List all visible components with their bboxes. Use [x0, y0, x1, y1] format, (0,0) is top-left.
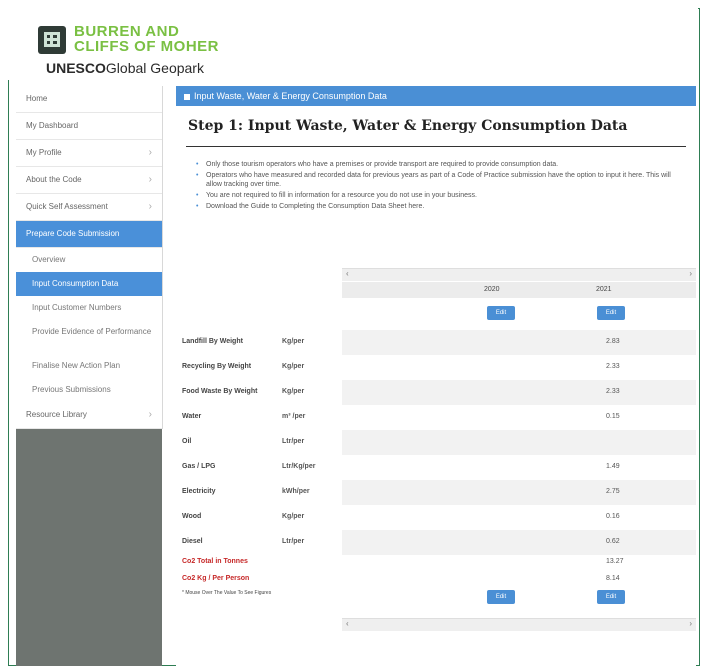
- site-header: BURREN AND CLIFFS OF MOHER UNESCOGlobal …: [8, 8, 698, 80]
- scroll-right-icon[interactable]: ›: [689, 269, 692, 278]
- sidebar-subitem-previous[interactable]: Previous Submissions: [16, 378, 162, 402]
- table-row: Food Waste By Weight Kg/per 2.33: [176, 380, 696, 405]
- sidebar-item-home[interactable]: Home: [16, 86, 162, 113]
- scroll-left-icon[interactable]: ‹: [346, 619, 349, 628]
- sidebar-item-about[interactable]: About the Code: [16, 167, 162, 194]
- brand-line-3: UNESCOGlobal Geopark: [46, 60, 204, 76]
- sidebar-subitem-evidence[interactable]: Provide Evidence of Performance: [16, 320, 162, 354]
- table-row: Landfill By Weight Kg/per 2.83: [176, 330, 696, 355]
- geopark-logo-icon: [38, 26, 66, 54]
- table-scrollbar-top[interactable]: ‹ ›: [342, 268, 696, 281]
- panel-icon: [184, 93, 190, 100]
- table-row: Gas / LPG Ltr/Kg/per 1.49: [182, 463, 620, 470]
- sidebar-subitem-overview[interactable]: Overview: [16, 248, 162, 272]
- year-2021: 2021: [596, 286, 612, 293]
- main-panel: Input Waste, Water & Energy Consumption …: [176, 86, 696, 666]
- sidebar-subitem-consumption[interactable]: Input Consumption Data: [16, 272, 162, 296]
- co2-total-row: Co2 Total in Tonnes 13.27: [182, 558, 624, 565]
- panel-titlebar: Input Waste, Water & Energy Consumption …: [176, 86, 696, 106]
- edit-2021-button[interactable]: Edit: [597, 306, 625, 320]
- titlebar-text: Input Waste, Water & Energy Consumption …: [194, 91, 387, 101]
- brand-line-2: CLIFFS OF MOHER: [74, 38, 219, 55]
- table-row: Recycling By Weight Kg/per 2.33: [182, 363, 620, 370]
- sidebar-item-resources[interactable]: Resource Library: [16, 402, 162, 429]
- scroll-right-icon[interactable]: ›: [689, 619, 692, 628]
- instructions-list: Only those tourism operators who have a …: [196, 160, 686, 213]
- edit-2020-button[interactable]: Edit: [487, 306, 515, 320]
- sidebar-item-profile[interactable]: My Profile: [16, 140, 162, 167]
- instruction-item: Only those tourism operators who have a …: [196, 160, 686, 169]
- title-divider: [186, 146, 686, 147]
- table-row: Electricity kWh/per 2.75: [176, 480, 696, 505]
- table-row: Wood Kg/per 0.16: [182, 513, 620, 520]
- table-row: Oil Ltr/per: [176, 430, 696, 455]
- table-scrollbar-bottom[interactable]: ‹ ›: [342, 618, 696, 631]
- page-title: Step 1: Input Waste, Water & Energy Cons…: [188, 118, 628, 134]
- instruction-item[interactable]: Download the Guide to Completing the Con…: [196, 202, 686, 211]
- edit-2020-bottom-button[interactable]: Edit: [487, 590, 515, 604]
- instruction-item: Operators who have measured and recorded…: [196, 171, 686, 189]
- table-row: Water m³ /per 0.15: [182, 413, 620, 420]
- sidebar-subitem-action-plan[interactable]: Finalise New Action Plan: [16, 354, 162, 378]
- year-2020: 2020: [484, 286, 500, 293]
- sidebar-subitem-customers[interactable]: Input Customer Numbers: [16, 296, 162, 320]
- instruction-item: You are not required to fill in informat…: [196, 191, 686, 200]
- footnote: * Mouse Over The Value To See Figures: [182, 590, 272, 596]
- table-row: Diesel Ltr/per 0.62: [176, 530, 696, 555]
- brand-line-1: BURREN AND: [74, 23, 180, 40]
- sidebar-item-dashboard[interactable]: My Dashboard: [16, 113, 162, 140]
- edit-2021-bottom-button[interactable]: Edit: [597, 590, 625, 604]
- sidebar-menu: Home My Dashboard My Profile About the C…: [16, 86, 163, 429]
- year-header-row: 2020 2021: [342, 282, 696, 298]
- co2-per-person-row: Co2 Kg / Per Person 8.14: [182, 575, 620, 582]
- sidebar-item-prepare-submission[interactable]: Prepare Code Submission: [16, 221, 162, 248]
- sidebar-item-self-assessment[interactable]: Quick Self Assessment: [16, 194, 162, 221]
- scroll-left-icon[interactable]: ‹: [346, 269, 349, 278]
